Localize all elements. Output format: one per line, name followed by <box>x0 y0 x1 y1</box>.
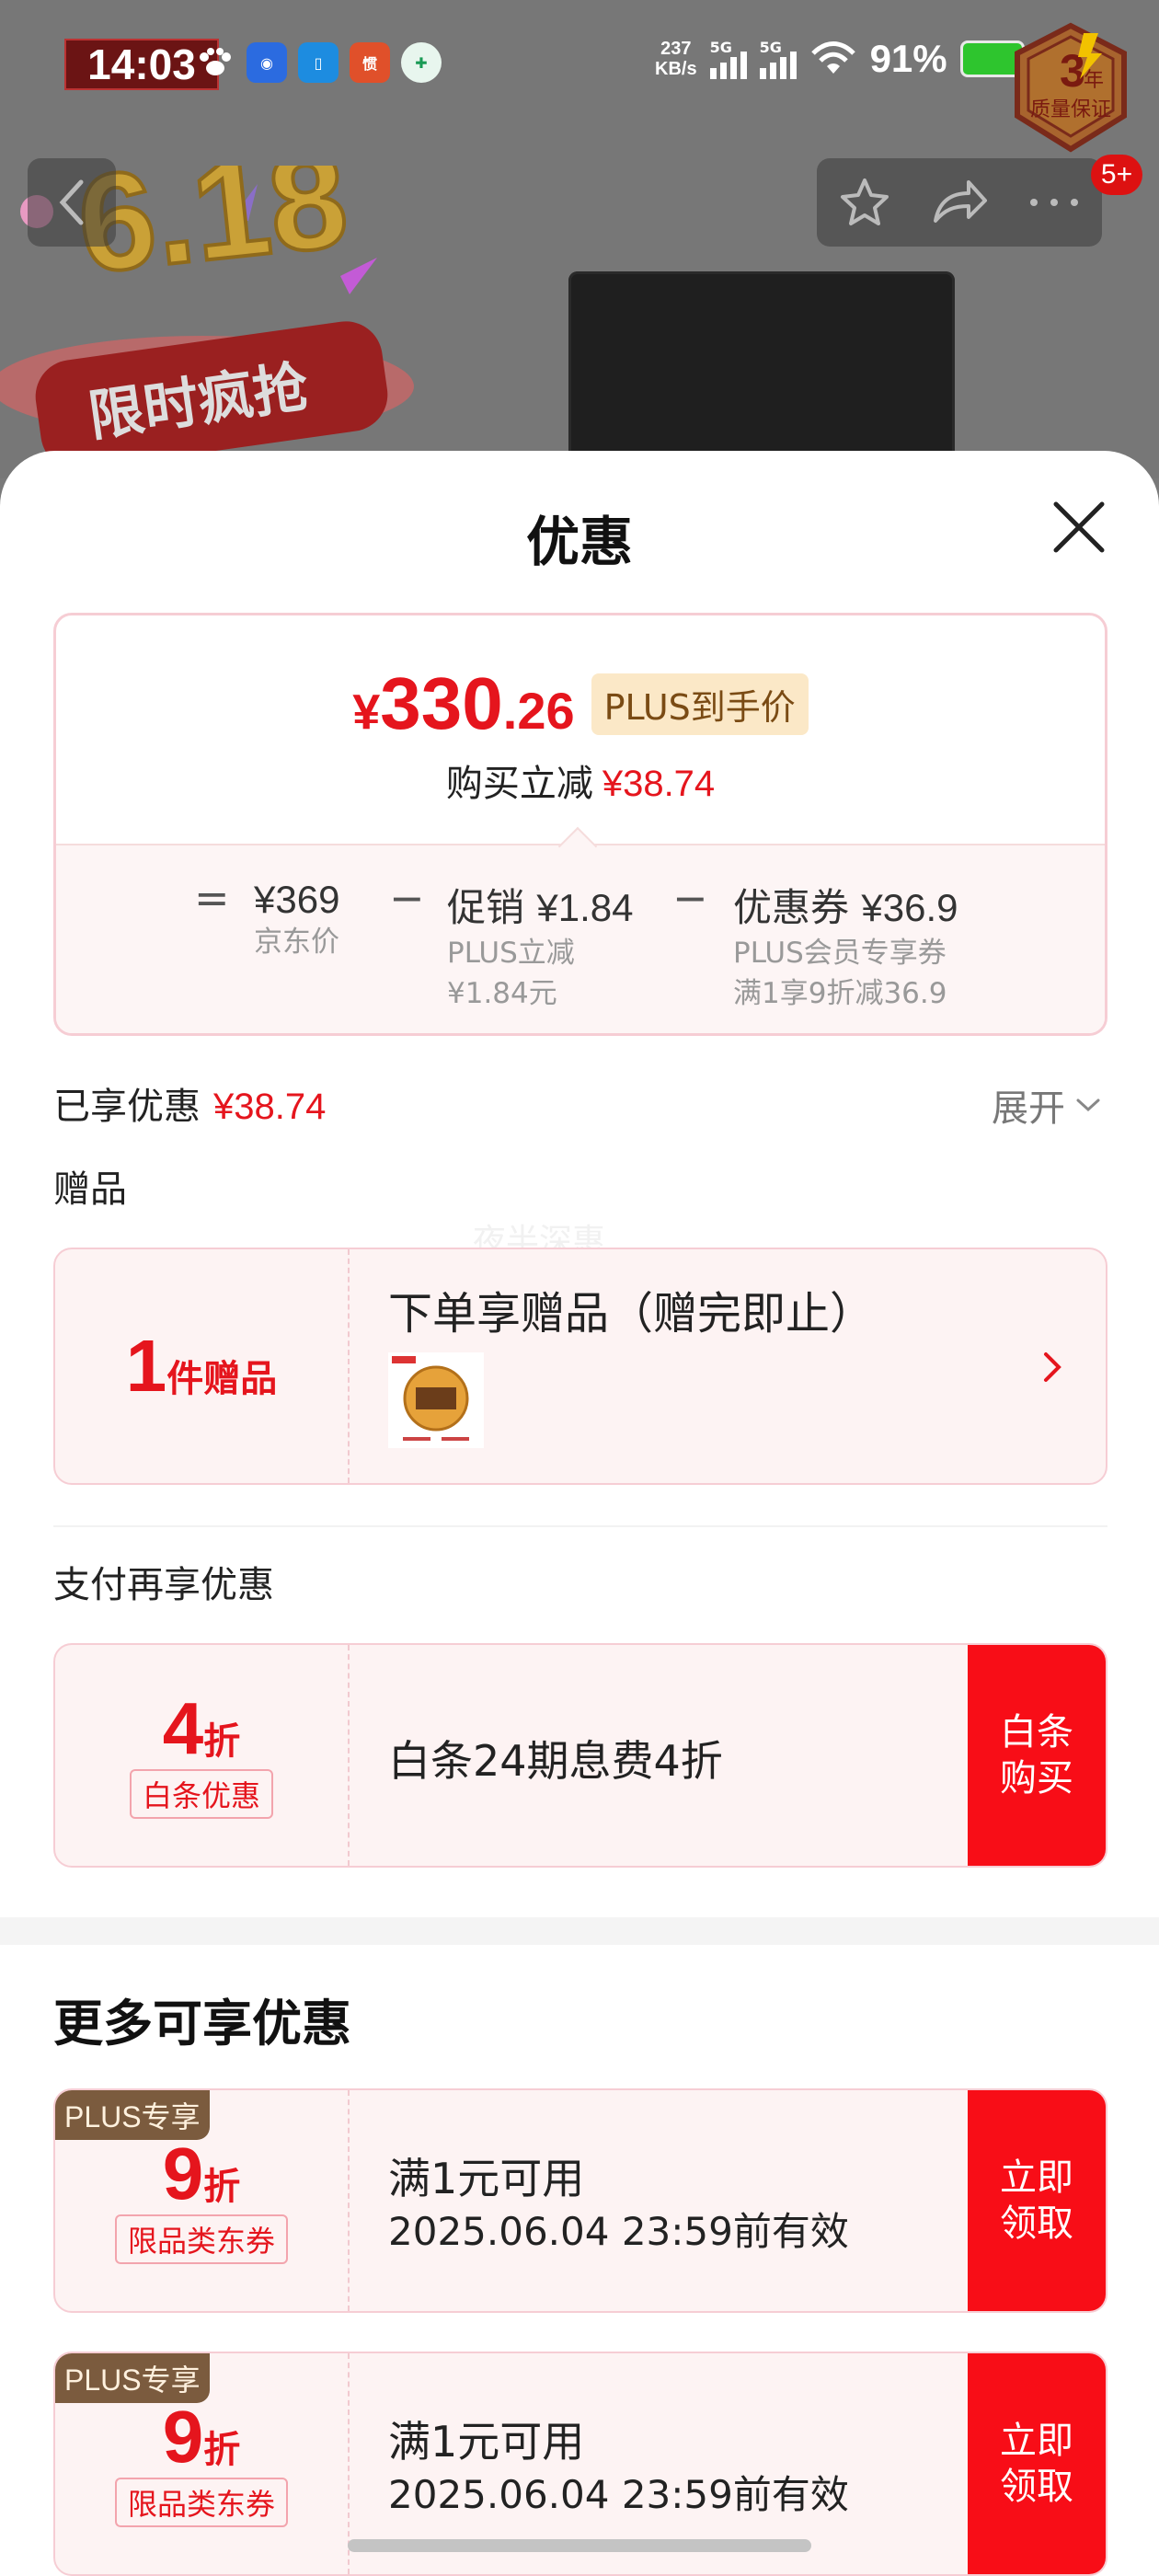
status-bar: 14:03 ◉ ▯ 惯 ✚ 237 KB/s 5G 5G 91% 3 年 质量保… <box>0 0 1159 195</box>
plus-price-tag: PLUS到手价 <box>591 673 809 735</box>
coupon-expiry: 2025.06.04 23:59前有效 <box>388 2209 849 2254</box>
claim-coupon-button[interactable]: 立即 领取 <box>968 2090 1106 2311</box>
plus-exclusive-label: PLUS专享 <box>55 2090 210 2140</box>
coupon-threshold: 满1元可用 <box>388 2154 585 2203</box>
home-indicator[interactable] <box>348 2539 811 2552</box>
shield-icon: ✚ <box>401 42 442 83</box>
gift-thumbnail <box>388 1352 484 1448</box>
close-button[interactable] <box>1049 497 1109 558</box>
share-button[interactable] <box>923 166 996 239</box>
baitiao-tag: 白条优惠 <box>129 1769 273 1819</box>
gift-title: 下单享赠品（赠完即止） <box>388 1288 875 1340</box>
final-price-row: ¥330.26 PLUS到手价 <box>56 661 1105 746</box>
coupon-threshold: 满1元可用 <box>388 2417 585 2467</box>
section-divider <box>53 1525 1107 1527</box>
equals-sign: = <box>194 873 230 923</box>
coupon-expiry: 2025.06.04 23:59前有效 <box>388 2472 849 2517</box>
top-action-bar <box>817 158 1102 247</box>
share-icon <box>933 180 987 223</box>
signal-sim1-icon: 5G <box>709 39 747 79</box>
battery-percentage: 91% <box>869 37 947 80</box>
baitiao-offer-card: 4折 白条优惠 白条24期息费4折 白条 购买 <box>53 1643 1107 1868</box>
notification-icons: ◉ ▯ 惯 ✚ <box>195 42 442 83</box>
cart-icon: 惯 <box>350 42 390 83</box>
svg-text:年: 年 <box>1084 69 1104 92</box>
sheet-title: 优惠 <box>525 511 633 573</box>
discount-bottom-sheet: 优惠 ¥330.26 PLUS到手价 购买立减 ¥38.74 = ¥369 京东价… <box>0 451 1159 2576</box>
chevron-down-icon <box>1076 1098 1100 1112</box>
baitiao-description: 白条24期息费4折 <box>388 1736 723 1786</box>
quality-guarantee-badge: 3 年 质量保证 <box>1015 22 1127 153</box>
gift-section-label: 赠品 <box>53 1168 127 1211</box>
svg-text:质量保证: 质量保证 <box>1030 98 1111 121</box>
claim-coupon-button[interactable]: 立即 领取 <box>968 2353 1106 2574</box>
clock: 14:03 <box>87 40 196 88</box>
breakdown-promotion: 促销 ¥1.84 PLUS立减 ¥1.84元 <box>447 885 634 1010</box>
system-indicators: 237 KB/s 5G 5G 91% <box>655 37 1025 81</box>
baitiao-discount-area: 4折 白条优惠 <box>55 1645 350 1866</box>
section-separator <box>0 1917 1159 1945</box>
coupon-card: 9折 限品类东券 PLUS专享 满1元可用 2025.06.04 23:59前有… <box>53 2088 1107 2313</box>
pay-section-label: 支付再享优惠 <box>53 1564 274 1606</box>
paw-icon <box>195 42 235 83</box>
product-image <box>568 271 955 478</box>
phone-icon: ▯ <box>298 42 339 83</box>
expand-button[interactable]: 展开 <box>992 1078 1102 1132</box>
gift-count-area: 1件赠品 <box>55 1249 350 1483</box>
coupon-category-tag: 限品类东券 <box>114 2478 288 2527</box>
wifi-icon <box>810 41 855 74</box>
breakdown-jd-price: ¥369 京东价 <box>254 878 340 959</box>
plus-exclusive-label: PLUS专享 <box>55 2353 210 2403</box>
coupon-category-tag: 限品类东券 <box>114 2214 288 2264</box>
gift-card[interactable]: 1件赠品 下单享赠品（赠完即止） <box>53 1248 1107 1485</box>
price-summary-card: ¥330.26 PLUS到手价 购买立减 ¥38.74 = ¥369 京东价 − … <box>53 613 1107 1036</box>
purchase-reduction: 购买立减 ¥38.74 <box>445 763 716 805</box>
minus-sign: − <box>389 873 425 923</box>
chevron-left-icon <box>59 179 84 225</box>
baitiao-buy-button[interactable]: 白条 购买 <box>968 1645 1106 1866</box>
star-icon <box>840 178 889 225</box>
signal-sim2-icon: 5G <box>759 39 797 79</box>
back-button[interactable] <box>28 158 116 247</box>
more-offers-title: 更多可享优惠 <box>53 1995 351 2053</box>
notification-count-badge: 5+ <box>1091 155 1142 195</box>
favorite-button[interactable] <box>828 166 901 239</box>
browser-icon: ◉ <box>247 42 287 83</box>
breakdown-coupon: 优惠券 ¥36.9 PLUS会员专享券 满1享9折减36.9 <box>733 885 958 1010</box>
price-breakdown: = ¥369 京东价 − 促销 ¥1.84 PLUS立减 ¥1.84元 − 优惠… <box>56 826 1105 1033</box>
close-icon <box>1053 501 1105 553</box>
more-dots-icon <box>1030 199 1079 206</box>
breakdown-notch <box>557 826 598 867</box>
chevron-right-icon <box>1044 1352 1061 1382</box>
enjoyed-discount: 已享优惠 ¥38.74 <box>53 1086 327 1128</box>
minus-sign: − <box>672 873 708 923</box>
final-price: ¥330.26 <box>352 662 575 744</box>
network-speed: 237 KB/s <box>655 39 697 79</box>
more-button[interactable] <box>1017 166 1091 239</box>
